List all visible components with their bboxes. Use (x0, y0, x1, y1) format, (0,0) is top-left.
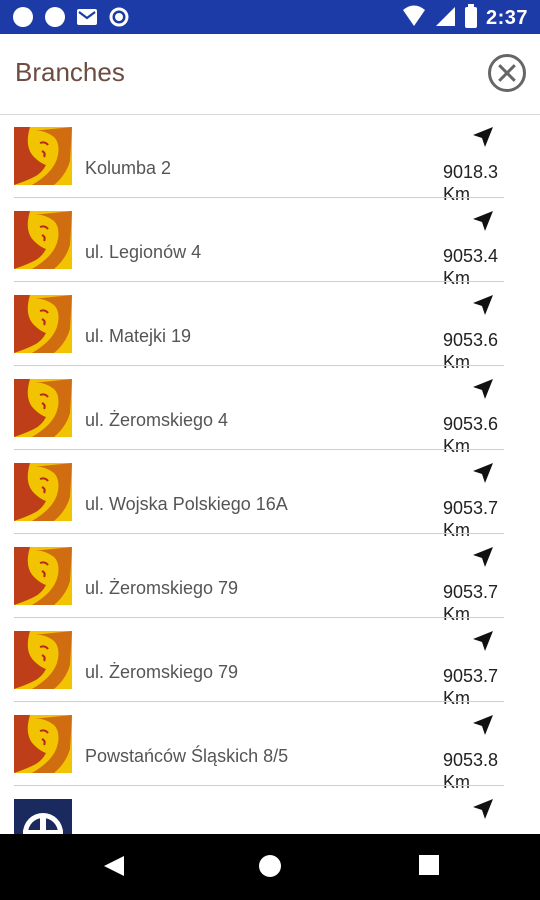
branch-name: ul. Żeromskiego 4 (85, 410, 229, 430)
branch-row[interactable]: ul. Żeromskiego 79 9053.7 Km (0, 534, 540, 624)
header: Branches (0, 34, 540, 115)
navigation-arrow-icon[interactable] (472, 294, 494, 316)
branch-name: ul. Żeromskiego 79 (85, 578, 239, 598)
distance-value: 9053.7 (443, 582, 499, 602)
branch-row[interactable]: Kolumba 2 9018.3 Km (0, 114, 540, 204)
distance-value: 9053.7 (443, 498, 499, 518)
navigation-arrow-icon[interactable] (472, 714, 494, 736)
branch-name: ul. Matejki 19 (85, 326, 192, 346)
sync-icon (108, 6, 130, 32)
branch-name: ul. Wojska Polskiego 16A (85, 494, 288, 514)
distance-value: 9053.6 (443, 414, 499, 434)
status-bar: 2:37 (0, 0, 540, 34)
branch-name: ul. Żeromskiego 79 (85, 662, 239, 682)
branches-list: Kolumba 2 9018.3 Km ul. Legionów 4 9053.… (0, 114, 540, 834)
circle-icon (12, 6, 34, 32)
navigation-arrow-icon[interactable] (472, 630, 494, 652)
status-right-icons: 2:37 (402, 4, 528, 33)
navigation-arrow-icon[interactable] (472, 546, 494, 568)
bank-logo-icon (14, 547, 72, 605)
navigation-arrow-icon[interactable] (472, 378, 494, 400)
bank-logo-icon (14, 799, 72, 834)
branch-row[interactable]: ul. Żeromskiego 79 9053.7 Km (0, 618, 540, 708)
bank-logo-icon (14, 211, 72, 269)
navigation-arrow-icon[interactable] (472, 462, 494, 484)
close-button[interactable] (488, 54, 526, 92)
gmail-icon (76, 7, 98, 31)
recents-square-icon[interactable] (418, 854, 440, 880)
bank-logo-icon (14, 463, 72, 521)
branch-name: ul. Legionów 4 (85, 242, 202, 262)
distance-value: 9053.7 (443, 666, 499, 686)
bank-logo-icon (14, 631, 72, 689)
home-circle-icon[interactable] (258, 854, 282, 882)
wifi-icon (402, 5, 426, 32)
branch-row[interactable]: ul. Matejki 19 9053.6 Km (0, 282, 540, 372)
branch-row[interactable]: Powstańców Śląskich 8/5 9053.8 Km (0, 702, 540, 792)
distance-value: 9053.4 (443, 246, 499, 266)
back-triangle-icon[interactable] (102, 854, 126, 882)
signal-icon (434, 5, 456, 32)
branch-name: Powstańców Śląskich 8/5 (85, 746, 289, 766)
battery-icon (464, 4, 478, 33)
navigation-arrow-icon[interactable] (472, 210, 494, 232)
navigation-arrow-icon[interactable] (472, 126, 494, 148)
circle-icon (44, 6, 66, 32)
page-title: Branches (15, 57, 125, 87)
close-icon (498, 64, 516, 82)
status-left-icons (12, 6, 130, 32)
distance-value: 9018.3 (443, 162, 499, 182)
bank-logo-icon (14, 715, 72, 773)
distance-value: 9053.6 (443, 330, 499, 350)
distance-value: 9053.8 (443, 750, 499, 770)
navigation-arrow-icon[interactable] (472, 798, 494, 820)
bank-logo-icon (14, 295, 72, 353)
branch-row[interactable]: ul. Legionów 4 9053.4 Km (0, 198, 540, 288)
branch-row[interactable]: ul. Wojska Polskiego 16A 9053.7 Km (0, 450, 540, 540)
bank-logo-icon (14, 127, 72, 185)
branch-row[interactable]: ul. Żeromskiego 4 9053.6 Km (0, 366, 540, 456)
system-nav-bar (0, 834, 540, 900)
status-time: 2:37 (485, 7, 528, 29)
bank-logo-icon (14, 379, 72, 437)
branch-name: Kolumba 2 (85, 158, 172, 178)
branch-row[interactable] (0, 786, 540, 834)
